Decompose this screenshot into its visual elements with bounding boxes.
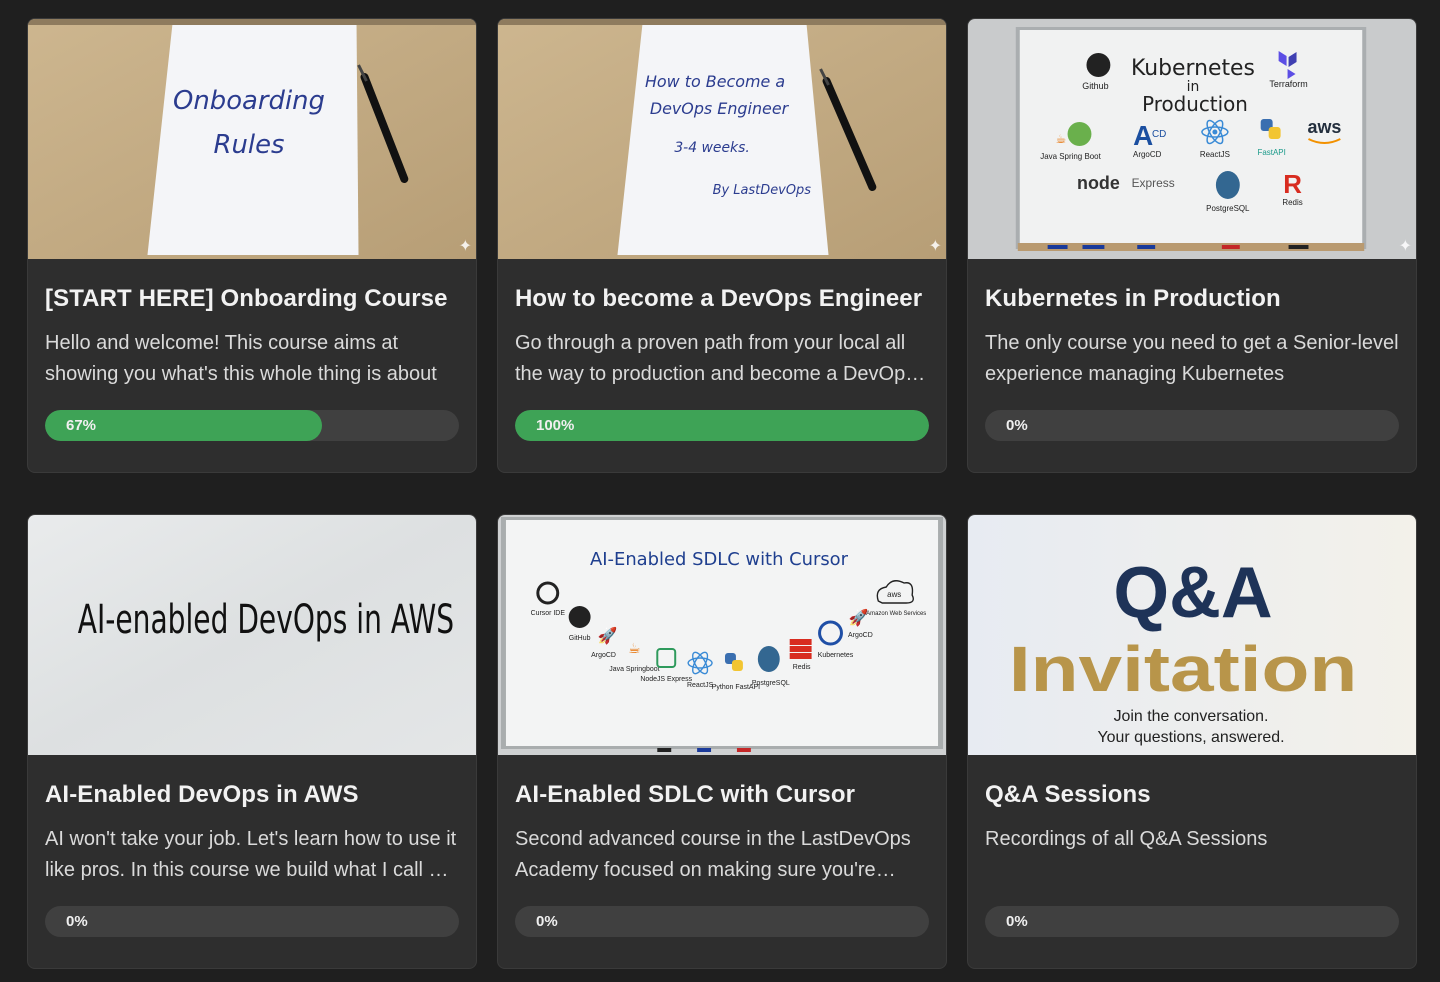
logo-label: PostgreSQL [1206,204,1250,213]
course-thumbnail: AI-enabled DevOps in AWS [28,515,476,755]
progress-bar: 0% [45,906,459,937]
svg-text:🚀: 🚀 [598,626,618,645]
progress-bar: 100% [515,410,929,441]
logo-label: Redis [793,664,811,671]
logo-label: FastAPI [1258,148,1286,157]
progress-label: 0% [66,913,88,930]
progress-fill [515,410,929,441]
svg-text:☕: ☕ [1056,132,1067,146]
course-thumbnail: Onboarding Rules ✦ [28,19,476,259]
course-grid: Onboarding Rules ✦ [START HERE] Onboardi… [27,18,1417,969]
course-card-devops-engineer[interactable]: How to Become a DevOps Engineer 3-4 week… [497,18,947,473]
logo-label: NodeJS Express [640,676,692,683]
sparkle-icon: ✦ [1398,238,1412,255]
sparkle-icon: ✦ [458,238,472,255]
course-title[interactable]: How to become a DevOps Engineer [515,283,929,315]
course-description: The only course you need to get a Senior… [985,332,1399,385]
logo-label: Terraform [1269,79,1307,89]
course-thumbnail: Q&A Invitation Join the conversation. Yo… [968,515,1416,755]
svg-text:R: R [1283,171,1302,199]
thumb-line3: Join the conversation. [1114,708,1269,725]
progress-label: 0% [1006,417,1028,434]
logo-label: Redis [1282,198,1302,207]
logo-redis: R Redis [1282,171,1302,207]
logo-label: Github [1082,81,1108,91]
logo-label: PostgreSQL [752,680,790,687]
thumb-line1: How to Become a [645,72,785,91]
logo-label: Kubernetes [818,652,854,659]
logo-label: ReactJS [1200,150,1230,159]
svg-text:aws: aws [887,590,901,599]
progress-label: 0% [536,913,558,930]
thumb-line2: Rules [214,130,285,160]
logo-label: Amazon Web Services [866,611,926,617]
progress-bar: 0% [985,410,1399,441]
course-title[interactable]: Kubernetes in Production [985,283,1399,315]
progress-label: 67% [66,417,97,434]
logo-label: Express [1132,176,1175,190]
logo-label: ReactJS [687,682,714,689]
logo-label: GitHub [569,635,591,642]
course-card-ai-sdlc-cursor[interactable]: AI-Enabled SDLC with Cursor Cursor IDE G… [497,514,947,969]
thumb-line4: Your questions, answered. [1097,729,1284,746]
course-description: Go through a proven path from your local… [515,332,916,385]
svg-text:CD: CD [1152,129,1166,140]
thumb-line3: 3-4 weeks. [674,140,749,156]
course-card-onboarding[interactable]: Onboarding Rules ✦ [START HERE] Onboardi… [27,18,477,473]
thumb-heading1: Kubernetes [1131,56,1255,81]
course-description: AI won't take your job. Let's learn how … [45,828,457,881]
course-description: Second advanced course in the LastDevOps… [515,828,911,881]
progress-label: 0% [1006,913,1028,930]
thumb-heading3: Production [1142,92,1248,116]
logo-label: ArgoCD [1133,150,1162,159]
thumb-line1: Onboarding [173,86,325,116]
svg-text:A: A [1133,120,1153,151]
thumb-text: AI-enabled DevOps in AWS [78,597,454,643]
logo-express: Express [1132,176,1175,190]
progress-bar: 0% [515,906,929,937]
thumb-heading: AI-Enabled SDLC with Cursor [590,549,849,570]
svg-text:☕: ☕ [628,640,640,656]
logo-label: ArgoCD [848,632,873,639]
progress-label: 100% [536,417,575,434]
logo-label: node [1077,173,1120,193]
course-card-qa-sessions[interactable]: Q&A Invitation Join the conversation. Yo… [967,514,1417,969]
sparkle-icon: ✦ [928,238,942,255]
course-thumbnail: How to Become a DevOps Engineer 3-4 week… [498,19,946,259]
progress-bar: 0% [985,906,1399,937]
course-card-kubernetes[interactable]: Kubernetes in Production Github Terrafor… [967,18,1417,473]
progress-bar: 67% [45,410,459,441]
logo-label: Cursor IDE [531,610,566,617]
course-thumbnail: AI-Enabled SDLC with Cursor Cursor IDE G… [498,515,946,755]
course-description: Hello and welcome! This course aims at s… [45,332,437,385]
logo-label: Java Spring Boot [1040,152,1101,161]
course-title[interactable]: AI-Enabled DevOps in AWS [45,779,459,811]
logo-node: node [1077,173,1120,193]
logo-label: ArgoCD [591,652,616,659]
logo-label: aws [1307,117,1341,137]
course-card-ai-devops-aws[interactable]: AI-enabled DevOps in AWS AI-Enabled DevO… [27,514,477,969]
course-title[interactable]: [START HERE] Onboarding Course [45,283,459,315]
thumb-line2: DevOps Engineer [650,99,790,118]
thumb-line1: Q&A [1113,553,1272,633]
thumb-line4: By LastDevOps [713,183,812,198]
thumb-line2: Invitation [1009,633,1357,705]
course-thumbnail: Kubernetes in Production Github Terrafor… [968,19,1416,259]
course-title[interactable]: AI-Enabled SDLC with Cursor [515,779,929,811]
course-description: Recordings of all Q&A Sessions [985,828,1268,850]
course-title[interactable]: Q&A Sessions [985,779,1399,811]
logo-label: Java Springboot [609,666,659,673]
